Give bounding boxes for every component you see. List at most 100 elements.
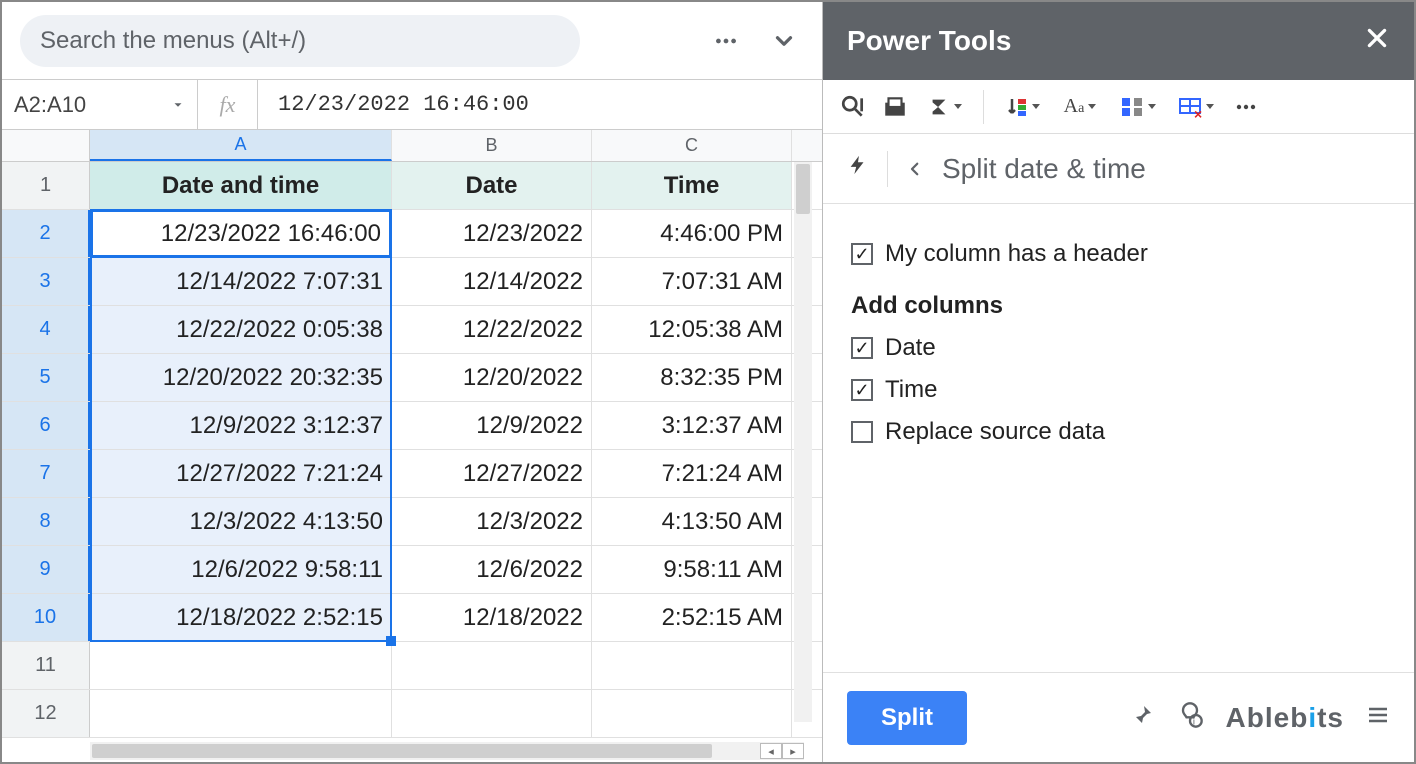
more-tools-icon[interactable] [1226, 87, 1266, 127]
cell[interactable]: 12/14/2022 [392, 258, 592, 305]
cell[interactable]: Date and time [90, 162, 392, 209]
column-header-c[interactable]: C [592, 130, 792, 161]
cell[interactable]: 12/22/2022 [392, 306, 592, 353]
table-remove-icon[interactable]: × [1168, 87, 1224, 127]
cell[interactable]: 12/3/2022 4:13:50 [90, 498, 392, 545]
cell[interactable]: 12/27/2022 7:21:24 [90, 450, 392, 497]
date-checkbox[interactable]: Date [851, 334, 1386, 362]
breadcrumb-title: Split date & time [942, 153, 1146, 185]
chevron-down-icon[interactable] [764, 21, 804, 61]
add-columns-title: Add columns [851, 292, 1386, 320]
fx-icon: fx [198, 80, 258, 129]
row-header[interactable]: 1 [2, 162, 90, 209]
back-icon[interactable] [906, 153, 924, 185]
time-checkbox[interactable]: Time [851, 376, 1386, 404]
menu-icon[interactable] [1366, 703, 1390, 732]
cell[interactable]: 7:07:31 AM [592, 258, 792, 305]
row-header[interactable]: 3 [2, 258, 90, 305]
cell[interactable]: 12/9/2022 [392, 402, 592, 449]
merge-icon[interactable] [875, 87, 915, 127]
cell[interactable] [90, 642, 392, 689]
cell[interactable]: 12/20/2022 [392, 354, 592, 401]
scroll-right-icon[interactable]: ▸ [782, 743, 804, 759]
check-icon [851, 243, 873, 265]
row-header[interactable]: 6 [2, 402, 90, 449]
replace-checkbox-label: Replace source data [885, 418, 1105, 446]
cell[interactable]: 12:05:38 AM [592, 306, 792, 353]
cell[interactable]: 12/14/2022 7:07:31 [90, 258, 392, 305]
row-header[interactable]: 12 [2, 690, 90, 737]
cell[interactable]: 8:32:35 PM [592, 354, 792, 401]
column-header-a[interactable]: A [90, 130, 392, 161]
sort-colors-icon[interactable] [994, 87, 1050, 127]
horizontal-scrollbar[interactable]: ◂ ▸ [90, 742, 804, 760]
row-header[interactable]: 9 [2, 546, 90, 593]
vertical-scrollbar[interactable] [794, 162, 812, 722]
sheet-toolbar: Search the menus (Alt+/) [2, 2, 822, 80]
name-box-value: A2:A10 [14, 92, 86, 118]
uncheck-icon [851, 421, 873, 443]
pin-icon[interactable] [1130, 703, 1154, 732]
row-header[interactable]: 5 [2, 354, 90, 401]
row-header[interactable]: 7 [2, 450, 90, 497]
cell[interactable]: 9:58:11 AM [592, 546, 792, 593]
cell[interactable] [392, 642, 592, 689]
scroll-left-icon[interactable]: ◂ [760, 743, 782, 759]
cell[interactable]: 2:52:15 AM [592, 594, 792, 641]
menu-search[interactable]: Search the menus (Alt+/) [20, 15, 580, 67]
cell[interactable]: 12/3/2022 [392, 498, 592, 545]
row-header[interactable]: 2 [2, 210, 90, 257]
cell[interactable]: 12/27/2022 [392, 450, 592, 497]
cell[interactable]: 7:21:24 AM [592, 450, 792, 497]
header-checkbox[interactable]: My column has a header [851, 240, 1386, 268]
name-box[interactable]: A2:A10 [2, 80, 198, 129]
power-tools-panel: Power Tools Aa [822, 2, 1414, 762]
cell[interactable] [392, 690, 592, 737]
cell[interactable]: 3:12:37 AM [592, 402, 792, 449]
replace-checkbox[interactable]: Replace source data [851, 418, 1386, 446]
date-checkbox-label: Date [885, 334, 936, 362]
hscroll-thumb[interactable] [92, 744, 712, 758]
split-cells-icon[interactable] [1110, 87, 1166, 127]
more-icon[interactable] [706, 21, 746, 61]
cell[interactable]: 12/20/2022 20:32:35 [90, 354, 392, 401]
cell[interactable]: Date [392, 162, 592, 209]
check-icon [851, 379, 873, 401]
cell[interactable]: 12/18/2022 [392, 594, 592, 641]
text-case-icon[interactable]: Aa [1052, 87, 1108, 127]
panel-toolbar: Aa × [823, 80, 1414, 134]
cell[interactable]: 4:13:50 AM [592, 498, 792, 545]
cell[interactable]: 12/9/2022 3:12:37 [90, 402, 392, 449]
cell[interactable]: 12/18/2022 2:52:15 [90, 594, 392, 641]
row-header[interactable]: 10 [2, 594, 90, 641]
row-header[interactable]: 11 [2, 642, 90, 689]
split-button[interactable]: Split [847, 691, 967, 745]
cell[interactable] [592, 642, 792, 689]
namebox-dropdown-icon[interactable] [171, 92, 185, 118]
cell[interactable]: 4:46:00 PM [592, 210, 792, 257]
svg-text:×: × [1194, 106, 1202, 119]
cell[interactable]: 12/23/2022 16:46:00 [90, 210, 392, 257]
cell[interactable]: 12/6/2022 [392, 546, 592, 593]
cell[interactable] [592, 690, 792, 737]
cell[interactable]: 12/23/2022 [392, 210, 592, 257]
dedupe-icon[interactable] [833, 87, 873, 127]
close-icon[interactable] [1364, 25, 1390, 58]
brand-label[interactable]: Ablebits [1226, 702, 1344, 734]
row-header[interactable]: 4 [2, 306, 90, 353]
formula-input[interactable]: 12/23/2022 16:46:00 [258, 92, 822, 117]
menu-search-placeholder: Search the menus (Alt+/) [40, 27, 306, 55]
grid[interactable]: A B C 1Date and timeDateTime 212/23/2022 … [2, 130, 822, 738]
info-icon[interactable]: i [1176, 701, 1204, 734]
cell[interactable] [90, 690, 392, 737]
cell[interactable]: 12/22/2022 0:05:38 [90, 306, 392, 353]
vscroll-thumb[interactable] [796, 164, 810, 214]
bolt-icon[interactable] [847, 151, 869, 186]
select-all-corner[interactable] [2, 130, 90, 161]
cell[interactable]: Time [592, 162, 792, 209]
row-header[interactable]: 8 [2, 498, 90, 545]
column-header-b[interactable]: B [392, 130, 592, 161]
sigma-icon[interactable] [917, 87, 973, 127]
cell[interactable]: 12/6/2022 9:58:11 [90, 546, 392, 593]
time-checkbox-label: Time [885, 376, 937, 404]
